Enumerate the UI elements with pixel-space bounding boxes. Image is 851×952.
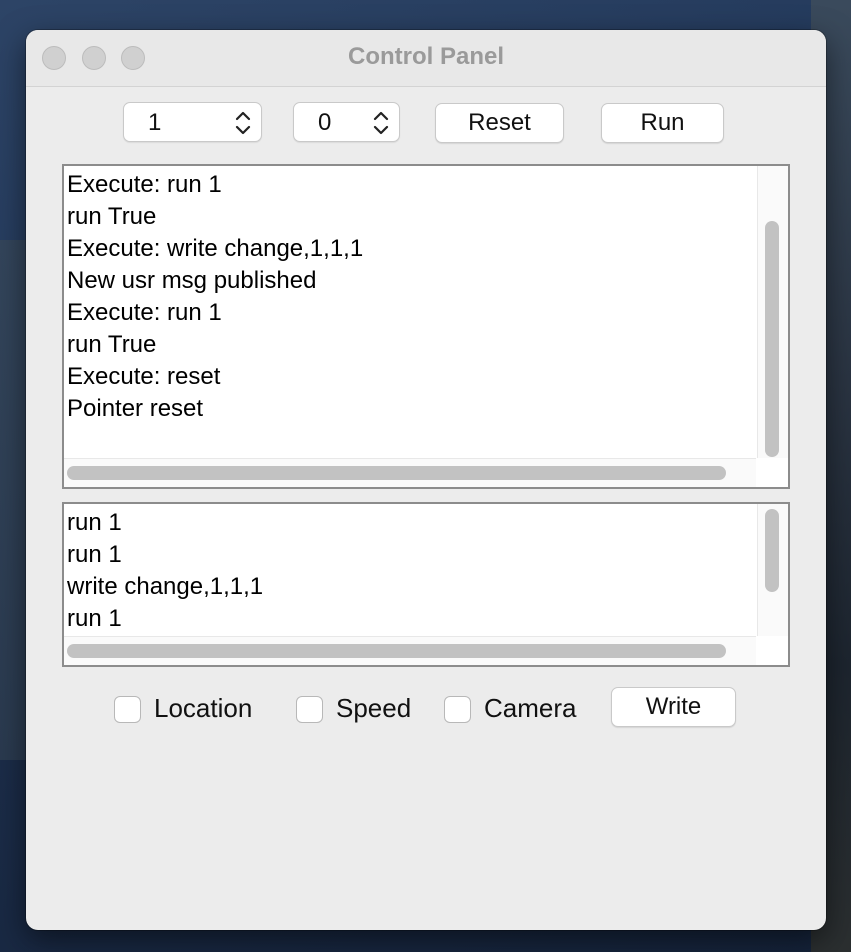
location-checkbox[interactable] [114, 696, 141, 723]
run-button[interactable]: Run [601, 103, 724, 143]
reset-button[interactable]: Reset [435, 103, 564, 143]
speed-checkbox[interactable] [296, 696, 323, 723]
command-history-area[interactable]: run 1 run 1 write change,1,1,1 run 1 [62, 502, 790, 667]
log-line: run True [67, 331, 157, 358]
horizontal-scroll-thumb[interactable] [67, 644, 726, 658]
log-line: Execute: run 1 [67, 171, 222, 198]
up-down-arrows-icon[interactable] [235, 110, 251, 136]
camera-checkbox[interactable] [444, 696, 471, 723]
log-line: Pointer reset [67, 395, 204, 422]
command-history-vertical-scrollbar[interactable] [757, 504, 788, 636]
log-line: run True [67, 203, 157, 230]
output-log-lines: Execute: run 1 run True Execute: write cha… [67, 169, 363, 425]
history-line: run 1 [67, 509, 122, 536]
log-line: New usr msg published [67, 267, 317, 294]
log-line: Execute: write change,1,1,1 [67, 235, 364, 262]
second-spinner-value: 0 [318, 109, 332, 136]
command-history-horizontal-scrollbar[interactable] [64, 636, 756, 665]
output-log-area[interactable]: Execute: run 1 run True Execute: write cha… [62, 164, 790, 489]
log-line: Execute: reset [67, 363, 221, 390]
first-spinner-value: 1 [148, 109, 162, 136]
location-label[interactable]: Location [154, 693, 252, 724]
output-log-horizontal-scrollbar[interactable] [64, 458, 756, 487]
output-log-vertical-scrollbar[interactable] [757, 166, 788, 458]
title-bar[interactable]: Control Panel [26, 30, 826, 87]
second-number-spinner[interactable]: 0 [293, 102, 400, 142]
first-number-spinner[interactable]: 1 [123, 102, 262, 142]
window-title: Control Panel [347, 43, 504, 70]
camera-label[interactable]: Camera [484, 693, 576, 724]
horizontal-scroll-thumb[interactable] [67, 466, 726, 480]
command-history-lines: run 1 run 1 write change,1,1,1 run 1 [67, 507, 263, 635]
history-line: write change,1,1,1 [67, 573, 264, 600]
control-panel-window: Control Panel 1 0 Reset Run Execute: run… [26, 30, 826, 930]
vertical-scroll-thumb[interactable] [765, 221, 779, 457]
write-button[interactable]: Write [611, 687, 736, 727]
vertical-scroll-thumb[interactable] [765, 509, 779, 592]
up-down-arrows-icon[interactable] [373, 110, 389, 136]
history-line: run 1 [67, 605, 122, 632]
speed-label[interactable]: Speed [336, 693, 411, 724]
history-line: run 1 [67, 541, 122, 568]
log-line: Execute: run 1 [67, 299, 222, 326]
